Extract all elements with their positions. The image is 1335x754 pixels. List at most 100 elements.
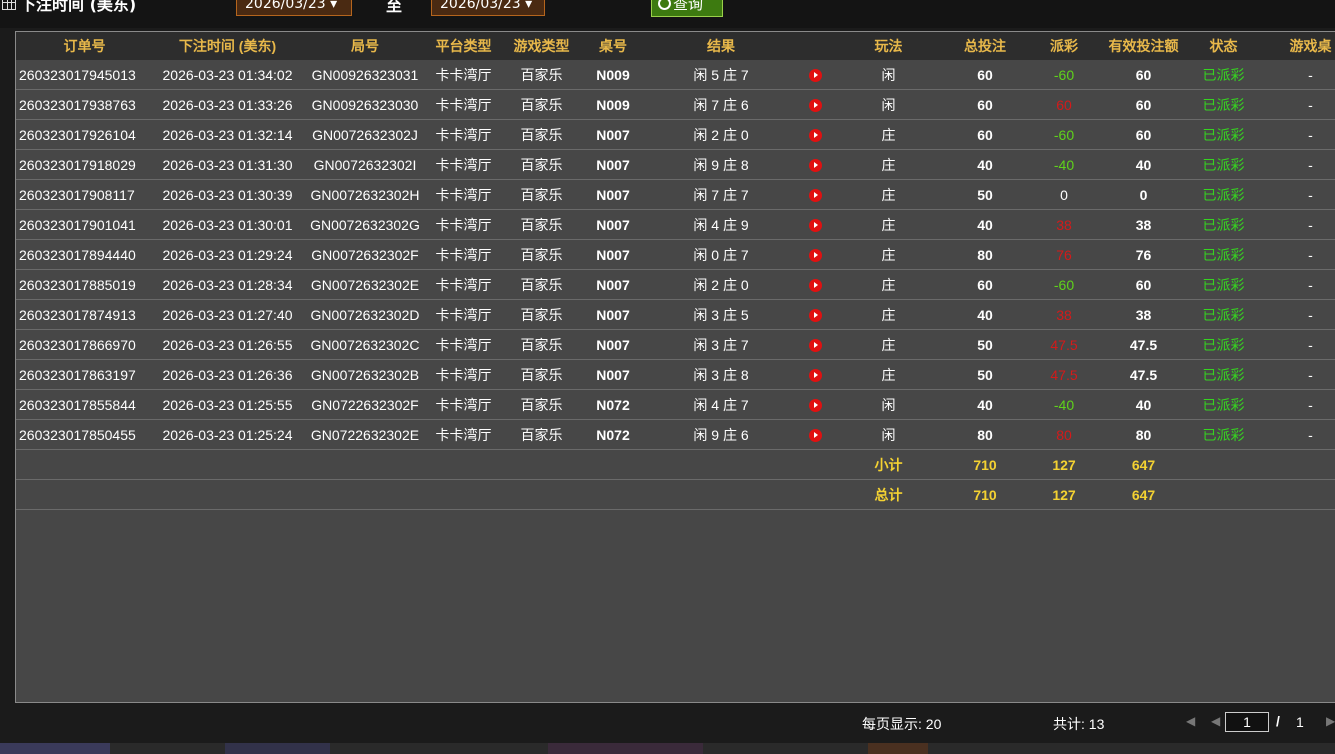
round-id-cell: GN0072632302I <box>302 149 428 180</box>
play-video-icon[interactable] <box>808 158 822 172</box>
col-payout: 派彩 <box>1023 32 1105 60</box>
result-cell: 闲 7 庄 7 <box>642 179 800 210</box>
play-video-icon[interactable] <box>808 68 822 82</box>
platform-cell: 卡卡湾厅 <box>428 269 499 300</box>
play-video-icon[interactable] <box>808 398 822 412</box>
round-id-cell: GN0072632302D <box>302 299 428 330</box>
filter-bar: 下注时间 (美东) 2026/03/23 ▾ 至 2026/03/23 ▾ 查询 <box>0 0 1335 28</box>
query-button[interactable]: 查询 <box>651 0 723 17</box>
status-cell: 已派彩 <box>1182 299 1265 330</box>
play-cell: 庄 <box>830 239 947 270</box>
background-decoration <box>548 743 703 754</box>
replay-cell <box>800 60 830 90</box>
bet-records-table: 订单号 下注时间 (美东) 局号 平台类型 游戏类型 桌号 结果 玩法 总投注 … <box>16 32 1335 510</box>
platform-cell: 卡卡湾厅 <box>428 119 499 150</box>
total-payout: 127 <box>1023 479 1105 510</box>
table-no-cell: N007 <box>584 269 642 300</box>
play-video-icon[interactable] <box>808 278 822 292</box>
round-id-cell: GN0072632302E <box>302 269 428 300</box>
table-row: 260323017874913 2026-03-23 01:27:40 GN0072… <box>16 299 1335 330</box>
col-result: 结果 <box>642 32 800 60</box>
payout-cell: 80 <box>1023 419 1105 450</box>
table-no-cell: N007 <box>584 149 642 180</box>
page-input[interactable] <box>1225 712 1269 732</box>
play-video-icon[interactable] <box>808 338 822 352</box>
platform-cell: 卡卡湾厅 <box>428 239 499 270</box>
replay-cell <box>800 89 830 120</box>
total-bet-cell: 60 <box>947 60 1023 90</box>
table-row: 260323017855844 2026-03-23 01:25:55 GN0722… <box>16 389 1335 420</box>
background-decoration <box>225 743 330 754</box>
status-cell: 已派彩 <box>1182 89 1265 120</box>
game-table-cell: - <box>1265 239 1335 270</box>
subtotal-bet: 710 <box>947 449 1023 480</box>
result-cell: 闲 0 庄 7 <box>642 239 800 270</box>
table-no-cell: N009 <box>584 60 642 90</box>
total-bet-cell: 50 <box>947 359 1023 390</box>
bet-time-cell: 2026-03-23 01:32:14 <box>153 119 302 150</box>
play-cell: 闲 <box>830 389 947 420</box>
play-video-icon[interactable] <box>808 188 822 202</box>
play-video-icon[interactable] <box>808 428 822 442</box>
table-row: 260323017885019 2026-03-23 01:28:34 GN0072… <box>16 269 1335 300</box>
status-cell: 已派彩 <box>1182 149 1265 180</box>
round-id-cell: GN0072632302J <box>302 119 428 150</box>
status-cell: 已派彩 <box>1182 419 1265 450</box>
bet-time-cell: 2026-03-23 01:28:34 <box>153 269 302 300</box>
date-to-select[interactable]: 2026/03/23 ▾ <box>431 0 545 16</box>
col-round-id: 局号 <box>302 32 428 60</box>
total-bet: 710 <box>947 479 1023 510</box>
game-table-cell: - <box>1265 149 1335 180</box>
play-cell: 庄 <box>830 269 947 300</box>
play-video-icon[interactable] <box>808 218 822 232</box>
game-type-cell: 百家乐 <box>499 119 584 150</box>
play-video-icon[interactable] <box>808 308 822 322</box>
first-page-icon[interactable]: ◀ <box>1186 714 1195 728</box>
total-bet-cell: 80 <box>947 419 1023 450</box>
order-id-cell: 260323017850455 <box>16 419 153 450</box>
replay-cell <box>800 359 830 390</box>
next-page-icon[interactable]: ▶ <box>1326 714 1335 728</box>
table-row: 260323017894440 2026-03-23 01:29:24 GN0072… <box>16 239 1335 270</box>
game-type-cell: 百家乐 <box>499 179 584 210</box>
play-video-icon[interactable] <box>808 98 822 112</box>
valid-bet-cell: 47.5 <box>1105 359 1182 390</box>
status-cell: 已派彩 <box>1182 119 1265 150</box>
game-type-cell: 百家乐 <box>499 149 584 180</box>
game-table-cell: - <box>1265 389 1335 420</box>
result-cell: 闲 7 庄 6 <box>642 89 800 120</box>
col-replay <box>800 32 830 60</box>
bet-time-cell: 2026-03-23 01:34:02 <box>153 60 302 90</box>
play-cell: 庄 <box>830 119 947 150</box>
table-row: 260323017866970 2026-03-23 01:26:55 GN0072… <box>16 329 1335 360</box>
game-table-cell: - <box>1265 299 1335 330</box>
bet-time-cell: 2026-03-23 01:26:36 <box>153 359 302 390</box>
game-table-cell: - <box>1265 419 1335 450</box>
play-video-icon[interactable] <box>808 248 822 262</box>
order-id-cell: 260323017885019 <box>16 269 153 300</box>
platform-cell: 卡卡湾厅 <box>428 419 499 450</box>
play-video-icon[interactable] <box>808 368 822 382</box>
bet-time-cell: 2026-03-23 01:25:55 <box>153 389 302 420</box>
game-type-cell: 百家乐 <box>499 60 584 90</box>
table-no-cell: N072 <box>584 419 642 450</box>
table-summary: 小计 710 127 647 总计 710 127 647 <box>16 449 1335 510</box>
result-cell: 闲 3 庄 7 <box>642 329 800 360</box>
status-cell: 已派彩 <box>1182 389 1265 420</box>
replay-cell <box>800 299 830 330</box>
per-page-label[interactable]: 每页显示: 20 <box>862 714 941 734</box>
subtotal-label: 小计 <box>830 449 947 480</box>
play-video-icon[interactable] <box>808 128 822 142</box>
order-id-cell: 260323017901041 <box>16 209 153 240</box>
valid-bet-cell: 60 <box>1105 269 1182 300</box>
table-no-cell: N007 <box>584 299 642 330</box>
round-id-cell: GN0722632302E <box>302 419 428 450</box>
table-row: 260323017945013 2026-03-23 01:34:02 GN0092… <box>16 60 1335 90</box>
status-cell: 已派彩 <box>1182 329 1265 360</box>
prev-page-icon[interactable]: ◀ <box>1211 714 1220 728</box>
payout-cell: 47.5 <box>1023 359 1105 390</box>
game-table-cell: - <box>1265 119 1335 150</box>
date-from-select[interactable]: 2026/03/23 ▾ <box>236 0 352 16</box>
table-row: 260323017901041 2026-03-23 01:30:01 GN0072… <box>16 209 1335 240</box>
game-table-cell: - <box>1265 179 1335 210</box>
